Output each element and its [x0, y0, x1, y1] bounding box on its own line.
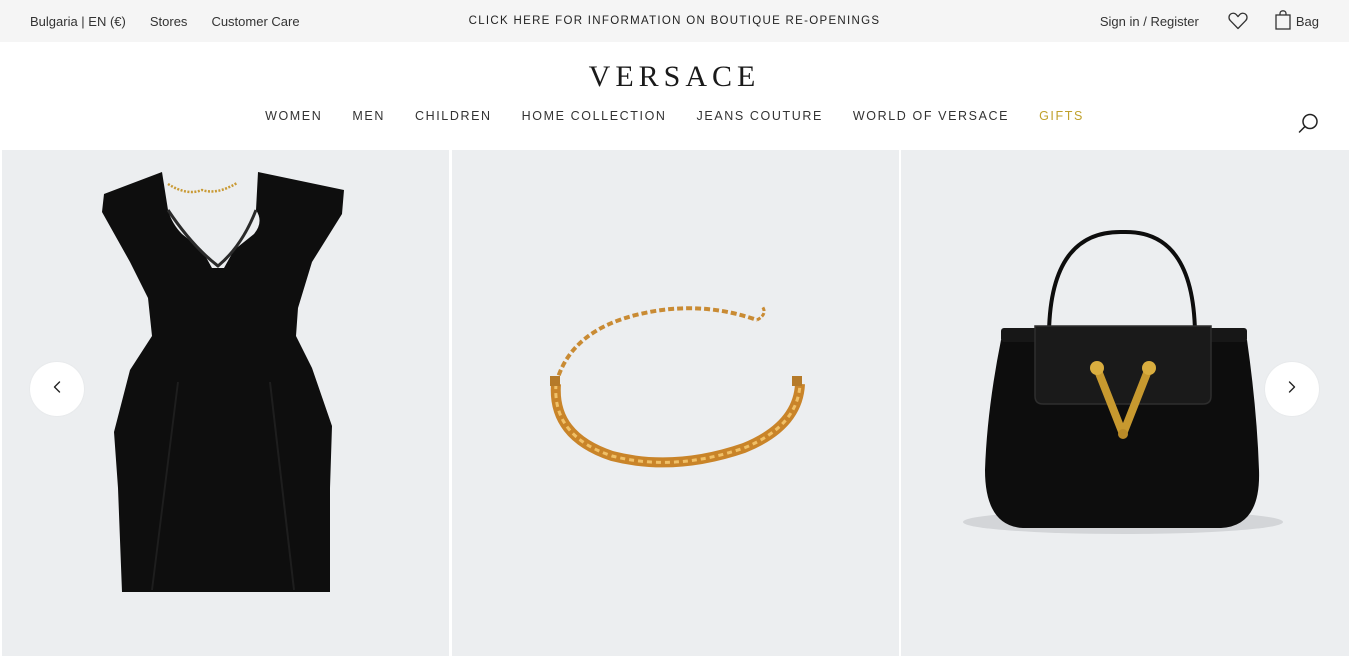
utility-bar: Bulgaria | EN (€) Stores Customer Care C…	[0, 0, 1349, 42]
versace-logo[interactable]: VERSACE	[589, 60, 761, 93]
nav-item-world-of-versace[interactable]: WORLD OF VERSACE	[838, 109, 1024, 123]
nav-item-men[interactable]: MEN	[337, 109, 400, 123]
chevron-left-icon	[52, 380, 62, 399]
nav-item-home-collection[interactable]: HOME COLLECTION	[507, 109, 682, 123]
locale-selector[interactable]: Bulgaria | EN (€)	[30, 14, 126, 29]
heart-icon[interactable]	[1227, 11, 1249, 31]
nav-item-women[interactable]: WOMEN	[250, 109, 337, 123]
nav-item-jeans-couture[interactable]: JEANS COUTURE	[682, 109, 838, 123]
chevron-right-icon	[1287, 380, 1297, 399]
search-icon[interactable]	[1297, 112, 1321, 136]
nav-item-gifts[interactable]: GIFTS	[1024, 109, 1099, 123]
shopping-bag-icon	[1275, 9, 1291, 33]
carousel-next-button[interactable]	[1265, 362, 1319, 416]
main-nav: WOMEN MEN CHILDREN HOME COLLECTION JEANS…	[0, 109, 1349, 123]
utility-right: Sign in / Register Bag	[1100, 0, 1319, 42]
customer-care-link[interactable]: Customer Care	[211, 14, 299, 29]
carousel-prev-button[interactable]	[30, 362, 84, 416]
logo-container: VERSACE	[0, 60, 1349, 94]
sign-in-link[interactable]: Sign in / Register	[1100, 14, 1199, 29]
product-carousel	[0, 150, 1349, 656]
nav-item-children[interactable]: CHILDREN	[400, 109, 507, 123]
product-tile-necklace[interactable]	[452, 150, 899, 656]
bag-button[interactable]: Bag	[1275, 9, 1319, 33]
announcement-link[interactable]: CLICK HERE FOR INFORMATION ON BOUTIQUE R…	[469, 15, 881, 27]
stores-link[interactable]: Stores	[150, 14, 188, 29]
utility-left: Bulgaria | EN (€) Stores Customer Care	[30, 0, 300, 42]
bag-label: Bag	[1295, 13, 1319, 29]
necklace-image	[550, 305, 805, 468]
